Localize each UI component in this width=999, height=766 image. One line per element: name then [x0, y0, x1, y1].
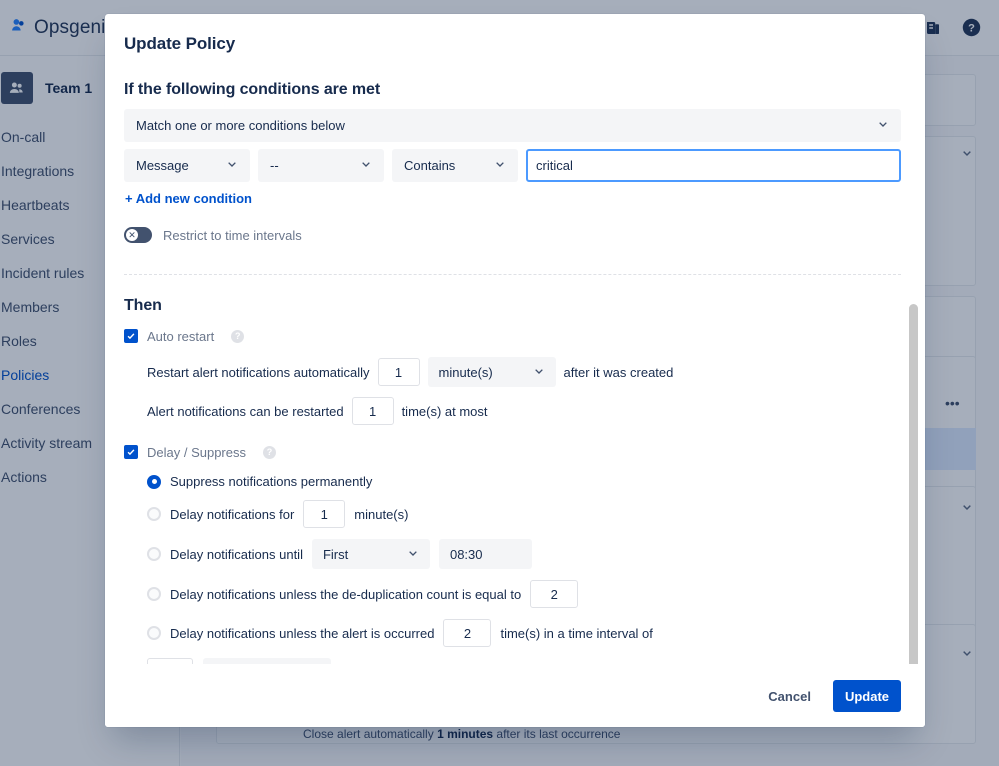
update-button[interactable]: Update	[832, 680, 901, 712]
delay-suppress-label: Delay / Suppress	[147, 444, 246, 460]
radio-label: Suppress notifications permanently	[170, 474, 373, 489]
condition-value-text: critical	[536, 158, 573, 173]
condition-key-select[interactable]: --	[258, 149, 384, 182]
auto-restart-unit-select[interactable]: minute(s)	[427, 357, 556, 387]
then-heading: Then	[124, 297, 162, 314]
match-mode-select[interactable]: Match one or more conditions below	[124, 109, 901, 142]
radio-label: Delay notifications unless the alert is …	[170, 625, 435, 641]
condition-value-input[interactable]: critical	[526, 149, 901, 182]
radio-label: Delay notifications for	[170, 506, 295, 522]
dialog-scrollbar[interactable]	[908, 126, 919, 664]
radio-delay-until[interactable]	[147, 547, 161, 561]
occurrence-count-suffix: time(s) in a time interval of	[500, 625, 653, 641]
dialog-footer: Cancel Update	[105, 664, 925, 727]
condition-operation-select[interactable]: Contains	[392, 149, 518, 182]
auto-restart-row[interactable]: Auto restart ?	[124, 325, 901, 347]
delay-for-input[interactable]: 1	[303, 500, 346, 528]
auto-restart-unit-value: minute(s)	[438, 364, 493, 380]
help-icon[interactable]: ?	[263, 445, 276, 459]
divider-2	[124, 274, 901, 275]
condition-row: Message -- Contains critical	[124, 149, 901, 182]
toggle-knob: ✕	[126, 229, 138, 241]
dialog-title: Update Policy	[124, 34, 236, 53]
delay-option-delay-for[interactable]: Delay notifications for 1 minute(s)	[147, 500, 901, 528]
radio-occurrence-count[interactable]	[147, 626, 161, 640]
condition-field-select[interactable]: Message	[124, 149, 250, 182]
restrict-time-intervals-label: Restrict to time intervals	[163, 227, 302, 243]
auto-restart-line1-prefix: Restart alert notifications automaticall…	[147, 364, 370, 380]
chevron-down-icon	[405, 545, 421, 564]
auto-restart-line-1: Restart alert notifications automaticall…	[147, 357, 901, 387]
delay-option-dedup-count[interactable]: Delay notifications unless the de-duplic…	[147, 580, 901, 608]
add-new-condition-link[interactable]: + Add new condition	[125, 191, 252, 206]
delay-option-occurrence-count[interactable]: Delay notifications unless the alert is …	[147, 619, 901, 647]
chevron-down-icon	[358, 156, 374, 175]
auto-restart-line2-prefix: Alert notifications can be restarted	[147, 403, 344, 419]
chevron-down-icon	[492, 156, 508, 175]
dedup-count-input[interactable]: 2	[530, 580, 579, 608]
auto-restart-line1-suffix: after it was created	[563, 364, 674, 380]
radio-suppress-permanently[interactable]	[147, 474, 161, 489]
cancel-button[interactable]: Cancel	[756, 680, 823, 712]
delay-until-time-input[interactable]: 08:30	[438, 539, 532, 569]
delay-option-delay-until[interactable]: Delay notifications until First 08:30	[147, 539, 901, 569]
delay-until-occurrence-value: First	[322, 546, 349, 562]
dialog-scrollbar-thumb[interactable]	[909, 304, 918, 664]
occurrence-interval-input[interactable]: 2	[147, 658, 193, 664]
delay-suppress-row[interactable]: Delay / Suppress ?	[124, 441, 901, 463]
delay-until-occurrence-select[interactable]: First	[311, 539, 430, 569]
radio-dedup-count[interactable]	[147, 587, 161, 601]
radio-label: Delay notifications unless the de-duplic…	[170, 586, 522, 602]
delay-for-suffix: minute(s)	[354, 506, 409, 522]
occurrence-interval-row: 2 minute(s)	[147, 658, 901, 664]
delay-suppress-checkbox[interactable]	[124, 445, 138, 459]
dialog-body[interactable]: ✓ Enable policy If the following conditi…	[105, 66, 925, 664]
chevron-down-icon	[875, 116, 891, 135]
conditions-heading: If the following conditions are met	[124, 81, 381, 98]
radio-label: Delay notifications until	[170, 546, 303, 562]
restrict-time-intervals-toggle[interactable]: ✕	[124, 227, 152, 243]
help-icon[interactable]: ?	[231, 329, 245, 343]
auto-restart-count-input[interactable]: 1	[351, 397, 394, 425]
chevron-down-icon	[306, 664, 322, 665]
chevron-down-icon	[531, 363, 547, 382]
restrict-time-intervals-row[interactable]: ✕ Restrict to time intervals	[124, 223, 901, 247]
condition-field-value: Message	[136, 158, 189, 173]
update-policy-dialog: Update Policy ✓ Enable policy If the fol…	[105, 14, 925, 727]
condition-key-value: --	[270, 158, 279, 173]
auto-restart-line2-suffix: time(s) at most	[401, 403, 488, 419]
auto-restart-line-2: Alert notifications can be restarted 1 t…	[147, 397, 901, 425]
occurrence-count-input[interactable]: 2	[443, 619, 492, 647]
radio-delay-for[interactable]	[147, 507, 161, 521]
match-mode-value: Match one or more conditions below	[136, 118, 345, 133]
delay-option-suppress-permanently[interactable]: Suppress notifications permanently	[147, 474, 901, 489]
chevron-down-icon	[224, 156, 240, 175]
auto-restart-label: Auto restart	[147, 328, 215, 344]
occurrence-interval-unit-select[interactable]: minute(s)	[203, 658, 331, 664]
condition-operation-value: Contains	[404, 158, 456, 173]
dialog-header: Update Policy	[105, 14, 925, 66]
auto-restart-delay-input[interactable]: 1	[377, 358, 420, 386]
auto-restart-checkbox[interactable]	[124, 329, 138, 343]
